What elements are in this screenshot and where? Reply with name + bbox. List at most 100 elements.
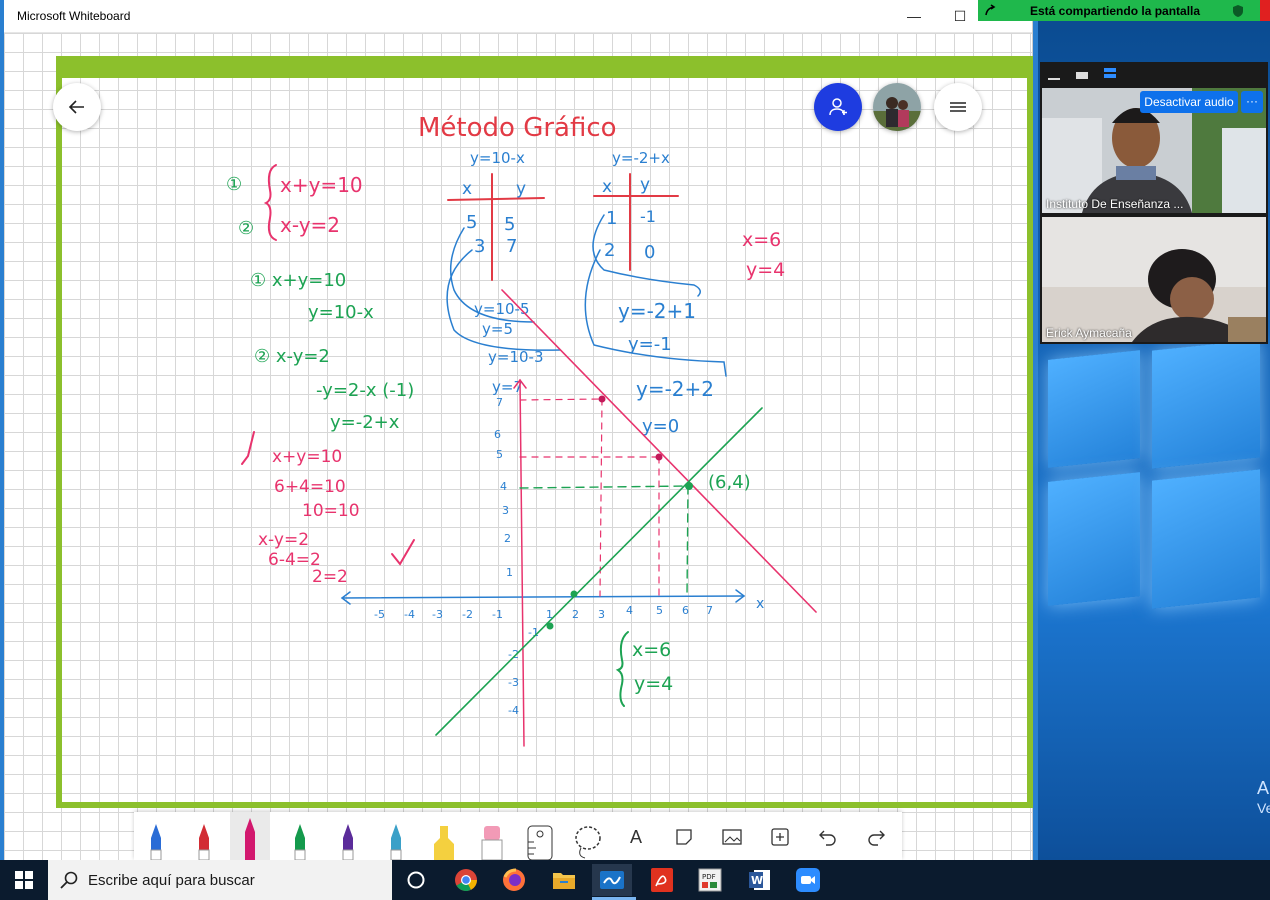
y-tick: -3 <box>508 676 519 689</box>
table1-r1-x: 5 <box>466 212 477 233</box>
start-button[interactable] <box>0 860 48 900</box>
answer-top-y: y=4 <box>746 259 785 281</box>
y-tick: 2 <box>504 532 511 545</box>
pen-icon <box>294 824 306 860</box>
purple-pen-tool[interactable] <box>328 812 368 860</box>
answer-top-x: x=6 <box>742 229 781 251</box>
table1-r1-y: 5 <box>504 214 515 235</box>
eq1: x+y=10 <box>280 173 363 197</box>
word-app[interactable]: W <box>740 864 780 896</box>
redo-button[interactable] <box>856 824 896 850</box>
insert-tool[interactable] <box>760 824 800 850</box>
image-icon <box>722 829 742 845</box>
avatar-photo-icon <box>873 83 921 131</box>
table2-step-4: y=0 <box>642 416 679 437</box>
x-tick: 6 <box>682 604 689 617</box>
ruler-tool[interactable] <box>520 812 560 860</box>
cyan-pen-tool[interactable] <box>376 812 416 860</box>
pink-highlighter-tool[interactable] <box>472 812 512 860</box>
derivation-2: y=10-x <box>308 302 374 323</box>
x-tick: 3 <box>598 608 605 621</box>
green-pen-tool[interactable] <box>280 812 320 860</box>
stop-share-button[interactable] <box>1260 0 1270 21</box>
axis-x-label: x <box>756 596 764 612</box>
pen-icon <box>150 824 162 860</box>
acrobat-icon <box>651 868 673 892</box>
table1-r2-x: 3 <box>474 236 485 257</box>
undo-button[interactable] <box>808 824 848 850</box>
svg-text:W: W <box>751 874 763 887</box>
whiteboard-window: Microsoft Whiteboard — ☐ Método Gráfico … <box>4 0 1033 860</box>
y-tick: -4 <box>508 704 519 717</box>
x-tick: 7 <box>706 604 713 617</box>
taskbar-search-box[interactable]: Escribe aquí para buscar <box>48 860 392 900</box>
x-tick: 2 <box>572 608 579 621</box>
chrome-app[interactable] <box>446 864 486 896</box>
back-button[interactable] <box>53 83 101 131</box>
table2-header: y=-2+x <box>612 149 670 167</box>
pdf-icon: PDF <box>698 868 722 892</box>
lasso-icon <box>575 826 601 859</box>
highlighter-icon <box>481 826 503 860</box>
word-icon: W <box>749 870 770 890</box>
share-arrow-icon <box>985 4 996 16</box>
x-tick: -2 <box>462 608 473 621</box>
hamburger-icon <box>950 102 966 112</box>
pen-icon <box>198 824 210 860</box>
view-mode-icons[interactable] <box>1046 68 1126 82</box>
share-status-text: Está compartiendo la pantalla <box>1030 4 1201 18</box>
image-tool[interactable] <box>712 824 752 850</box>
ink-toolbar: A <box>134 812 902 860</box>
check-2: 6+4=10 <box>274 477 346 497</box>
check-6: 2=2 <box>312 567 348 587</box>
pen-icon <box>342 824 354 860</box>
table2-step-2: y=-1 <box>628 334 672 355</box>
magenta-pen-tool[interactable] <box>230 812 270 860</box>
ruler-icon <box>527 825 553 860</box>
file-explorer-app[interactable] <box>544 864 584 896</box>
y-tick: 4 <box>500 480 507 493</box>
table2-r2-y: 0 <box>644 242 655 263</box>
x-tick: 4 <box>626 604 633 617</box>
table1-step-4: y=7 <box>492 378 523 396</box>
profile-avatar[interactable] <box>873 83 921 131</box>
blue-pen-tool[interactable] <box>136 812 176 860</box>
task-view-button[interactable] <box>396 864 436 896</box>
menu-button[interactable] <box>934 83 982 131</box>
pdf-app[interactable]: PDF <box>690 864 730 896</box>
eq1-label: ① <box>226 174 242 195</box>
acrobat-app[interactable] <box>642 864 682 896</box>
lasso-tool[interactable] <box>568 812 608 860</box>
more-options-button[interactable]: ··· <box>1241 91 1263 113</box>
firefox-app[interactable] <box>494 864 534 896</box>
whiteboard-app[interactable] <box>592 864 632 896</box>
x-tick: 5 <box>656 604 663 617</box>
participant-video-2[interactable]: Erick Aymacaña <box>1042 217 1266 342</box>
desktop-text-1: A <box>1257 778 1270 798</box>
x-tick: -4 <box>404 608 415 621</box>
windows-logo-wallpaper <box>1040 339 1270 765</box>
search-icon <box>60 871 78 889</box>
y-tick: 7 <box>496 396 503 409</box>
yellow-highlighter-tool[interactable] <box>424 812 464 860</box>
table2-col-y: y <box>640 175 650 195</box>
answer-bottom-y: y=4 <box>634 673 673 695</box>
desktop-text-2: Ve <box>1257 800 1270 816</box>
cortana-circle-icon <box>407 871 425 889</box>
check-4: x-y=2 <box>258 530 309 550</box>
screen-share-banner[interactable]: Está compartiendo la pantalla <box>978 0 1260 21</box>
y-tick: 6 <box>494 428 501 441</box>
table1-step-3: y=10-3 <box>488 348 544 366</box>
arrow-left-icon <box>68 100 84 114</box>
red-pen-tool[interactable] <box>184 812 224 860</box>
table1-col-x: x <box>462 179 472 199</box>
chrome-icon <box>455 869 477 891</box>
zoom-app[interactable] <box>788 864 828 896</box>
mute-audio-button[interactable]: Desactivar audio <box>1140 91 1238 113</box>
x-tick: -1 <box>492 608 503 621</box>
text-tool[interactable]: A <box>616 824 656 850</box>
sticky-note-tool[interactable] <box>664 824 704 850</box>
invite-button[interactable] <box>814 83 862 131</box>
search-placeholder: Escribe aquí para buscar <box>88 872 255 889</box>
folder-icon <box>553 873 575 889</box>
